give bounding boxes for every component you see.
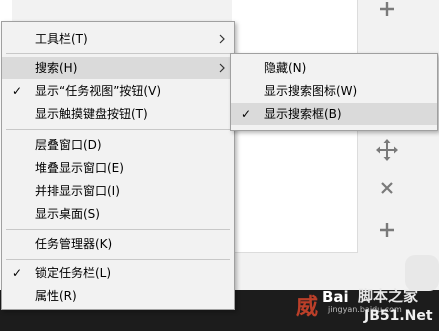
taskbar-context-menu: 工具栏(T) 搜索(H) ✓ 显示“任务视图”按钮(V) 显示触摸键盘按钮(T)…: [1, 21, 235, 310]
plus-icon[interactable]: [374, 0, 400, 26]
watermark-site-name: 脚本之家: [358, 287, 419, 305]
menu-separator: [6, 129, 230, 130]
menu-item-show-desktop[interactable]: 显示桌面(S): [2, 203, 234, 225]
close-icon[interactable]: [374, 180, 400, 206]
menu-item-lock-taskbar[interactable]: ✓ 锁定任务栏(L): [2, 262, 234, 284]
checkmark-icon: ✓: [241, 107, 252, 121]
watermark-brand: Bai: [322, 288, 349, 306]
search-submenu: 隐藏(N) 显示搜索图标(W) ✓ 显示搜索框(B): [230, 53, 438, 131]
menu-item-search[interactable]: 搜索(H): [2, 57, 234, 79]
menu-separator: [6, 53, 230, 54]
watermark-site-domain: JB51.Net: [364, 308, 433, 324]
chevron-right-icon: [219, 34, 225, 44]
move-icon[interactable]: [374, 138, 400, 164]
menu-separator: [6, 229, 230, 230]
checkmark-icon: ✓: [12, 84, 23, 98]
menu-item-show-task-view-button[interactable]: ✓ 显示“任务视图”按钮(V): [2, 80, 234, 102]
menu-item-cascade-windows[interactable]: 层叠窗口(D): [2, 134, 234, 156]
menu-item-stack-windows[interactable]: 堆叠显示窗口(E): [2, 157, 234, 179]
menu-separator: [6, 259, 230, 260]
menu-item-show-touch-keyboard[interactable]: 显示触摸键盘按钮(T): [2, 103, 234, 125]
submenu-item-show-search-icon[interactable]: 显示搜索图标(W): [231, 80, 437, 102]
submenu-item-show-search-box[interactable]: ✓ 显示搜索框(B): [231, 103, 437, 125]
chevron-right-icon: [219, 63, 225, 73]
menu-item-toolbars[interactable]: 工具栏(T): [2, 28, 234, 50]
submenu-item-hidden[interactable]: 隐藏(N): [231, 57, 437, 79]
watermark-red-glyph: 威: [296, 295, 318, 320]
menu-item-properties[interactable]: 属性(R): [2, 285, 234, 307]
checkmark-icon: ✓: [12, 266, 23, 280]
menu-item-side-by-side[interactable]: 并排显示窗口(I): [2, 180, 234, 202]
plus-icon[interactable]: [374, 221, 400, 247]
menu-item-task-manager[interactable]: 任务管理器(K): [2, 233, 234, 255]
